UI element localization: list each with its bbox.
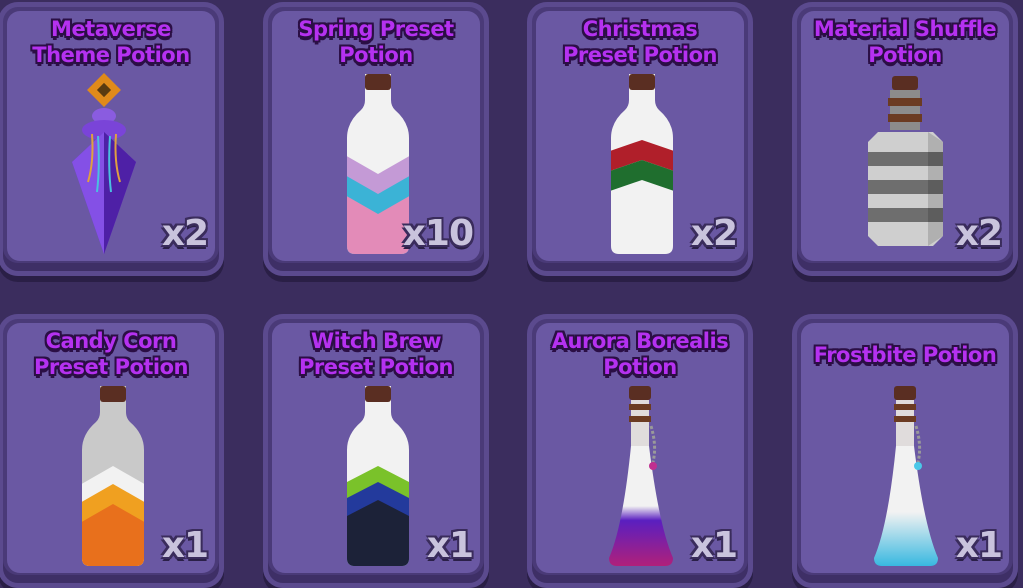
item-name: Witch Brew Preset Potion [298,329,454,379]
inventory-slot-spring-potion[interactable]: Spring Preset Potion x10 [263,2,489,276]
item-quantity: x2 [161,213,209,254]
item-quantity: x1 [161,525,209,566]
inventory-slot-aurora-borealis-potion[interactable]: Aurora Borealis Potion x1 [527,314,753,588]
item-name: Candy Corn Preset Potion [33,329,189,379]
item-name: Metaverse Theme Potion [32,17,190,67]
item-quantity: x1 [426,525,474,566]
item-name: Spring Preset Potion [298,17,454,67]
inventory-slot-witch-brew-potion[interactable]: Witch Brew Preset Potion x1 [263,314,489,588]
item-quantity: x10 [402,213,474,254]
item-name: Christmas Preset Potion [562,17,718,67]
potion-inventory-grid: Metaverse Theme Potion x2 Spring Preset … [0,0,1023,588]
inventory-slot-frostbite-potion[interactable]: Frostbite Potion x1 [792,314,1018,588]
material-shuffle-potion-icon [868,76,943,246]
candy-corn-potion-icon [82,386,144,566]
metaverse-potion-icon [72,73,136,254]
item-quantity: x2 [955,213,1003,254]
item-quantity: x1 [690,525,738,566]
inventory-slot-candy-corn-potion[interactable]: Candy Corn Preset Potion x1 [0,314,224,588]
frostbite-potion-icon [874,386,938,566]
item-name: Aurora Borealis Potion [551,329,729,379]
item-quantity: x1 [955,525,1003,566]
christmas-potion-icon [611,74,673,254]
inventory-slot-material-shuffle-potion[interactable]: Material Shuffle Potion x2 [792,2,1018,276]
inventory-slot-metaverse-potion[interactable]: Metaverse Theme Potion x2 [0,2,224,276]
item-name: Frostbite Potion [813,343,997,367]
aurora-borealis-potion-icon [609,386,673,566]
witch-brew-potion-icon [347,386,409,566]
item-quantity: x2 [690,213,738,254]
inventory-slot-christmas-potion[interactable]: Christmas Preset Potion x2 [527,2,753,276]
item-name: Material Shuffle Potion [813,17,997,67]
